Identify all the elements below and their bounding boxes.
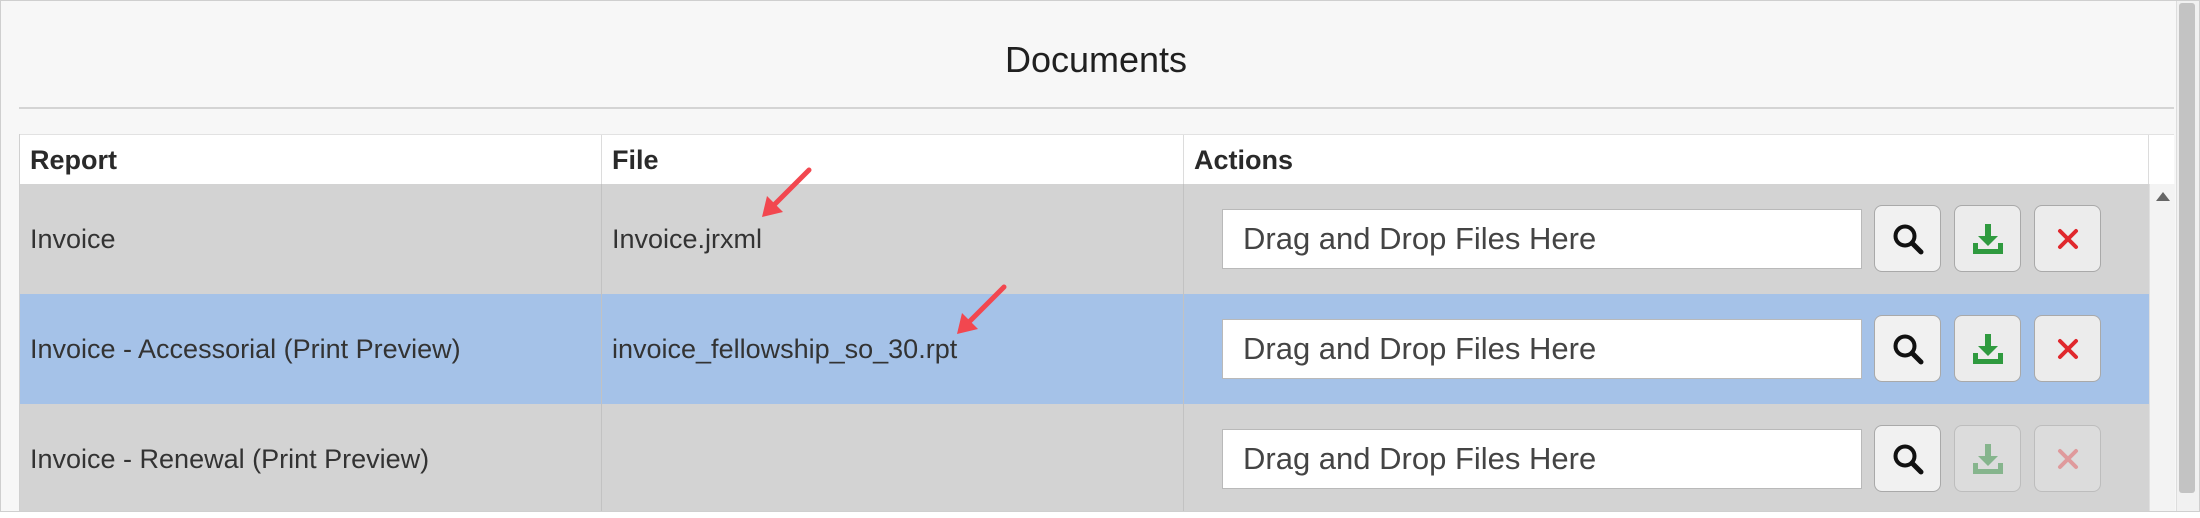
remove-icon [2057,448,2078,469]
upload-icon [1972,333,2003,364]
report-cell: Invoice - Renewal (Print Preview) [20,404,602,511]
remove-button[interactable] [2034,315,2101,382]
upload-button[interactable] [1954,205,2021,272]
documents-grid: Report File Actions Invoice Invoice.jrxm… [19,134,2175,511]
red-arrow-icon [762,167,812,217]
search-icon [1893,334,1923,364]
report-cell: Invoice [20,184,602,294]
remove-icon [2057,338,2078,359]
search-icon [1893,444,1923,474]
chevron-up-icon[interactable] [2156,192,2170,201]
page-title: Documents [1004,39,1188,80]
search-button[interactable] [1874,315,1941,382]
table-row-selected[interactable]: Invoice - Accessorial (Print Preview) in… [20,294,2149,404]
remove-button[interactable] [2034,205,2101,272]
search-button[interactable] [1874,425,1941,492]
grid-scrollbar[interactable] [2149,184,2175,511]
upload-button[interactable] [1954,315,2021,382]
file-dropzone[interactable]: Drag and Drop Files Here [1222,209,1862,269]
file-dropzone[interactable]: Drag and Drop Files Here [1222,319,1862,379]
upload-icon [1972,223,2003,254]
file-cell [602,404,1184,511]
search-icon [1893,224,1923,254]
report-cell: Invoice - Accessorial (Print Preview) [20,294,602,404]
documents-panel: Documents Report File Actions Invoice In… [0,0,2200,512]
remove-icon [2057,228,2078,249]
table-row[interactable]: Invoice - Renewal (Print Preview) Drag a… [20,404,2149,511]
file-cell: Invoice.jrxml [602,184,1184,294]
page-scrollbar[interactable] [2176,1,2199,511]
column-header-actions[interactable]: Actions [1184,135,2149,185]
file-cell: invoice_fellowship_so_30.rpt [602,294,1184,404]
file-dropzone[interactable]: Drag and Drop Files Here [1222,429,1862,489]
red-arrow-icon [957,284,1007,334]
column-header-file[interactable]: File [602,135,1184,185]
table-row[interactable]: Invoice Invoice.jrxml Drag and Drop File… [20,184,2149,294]
page-scrollbar-thumb[interactable] [2179,3,2195,493]
grid-header: Report File Actions [20,134,2174,186]
upload-icon [1972,443,2003,474]
upload-button-disabled[interactable] [1954,425,2021,492]
title-divider [19,107,2174,109]
search-button[interactable] [1874,205,1941,272]
column-header-report[interactable]: Report [20,135,602,185]
remove-button-disabled[interactable] [2034,425,2101,492]
